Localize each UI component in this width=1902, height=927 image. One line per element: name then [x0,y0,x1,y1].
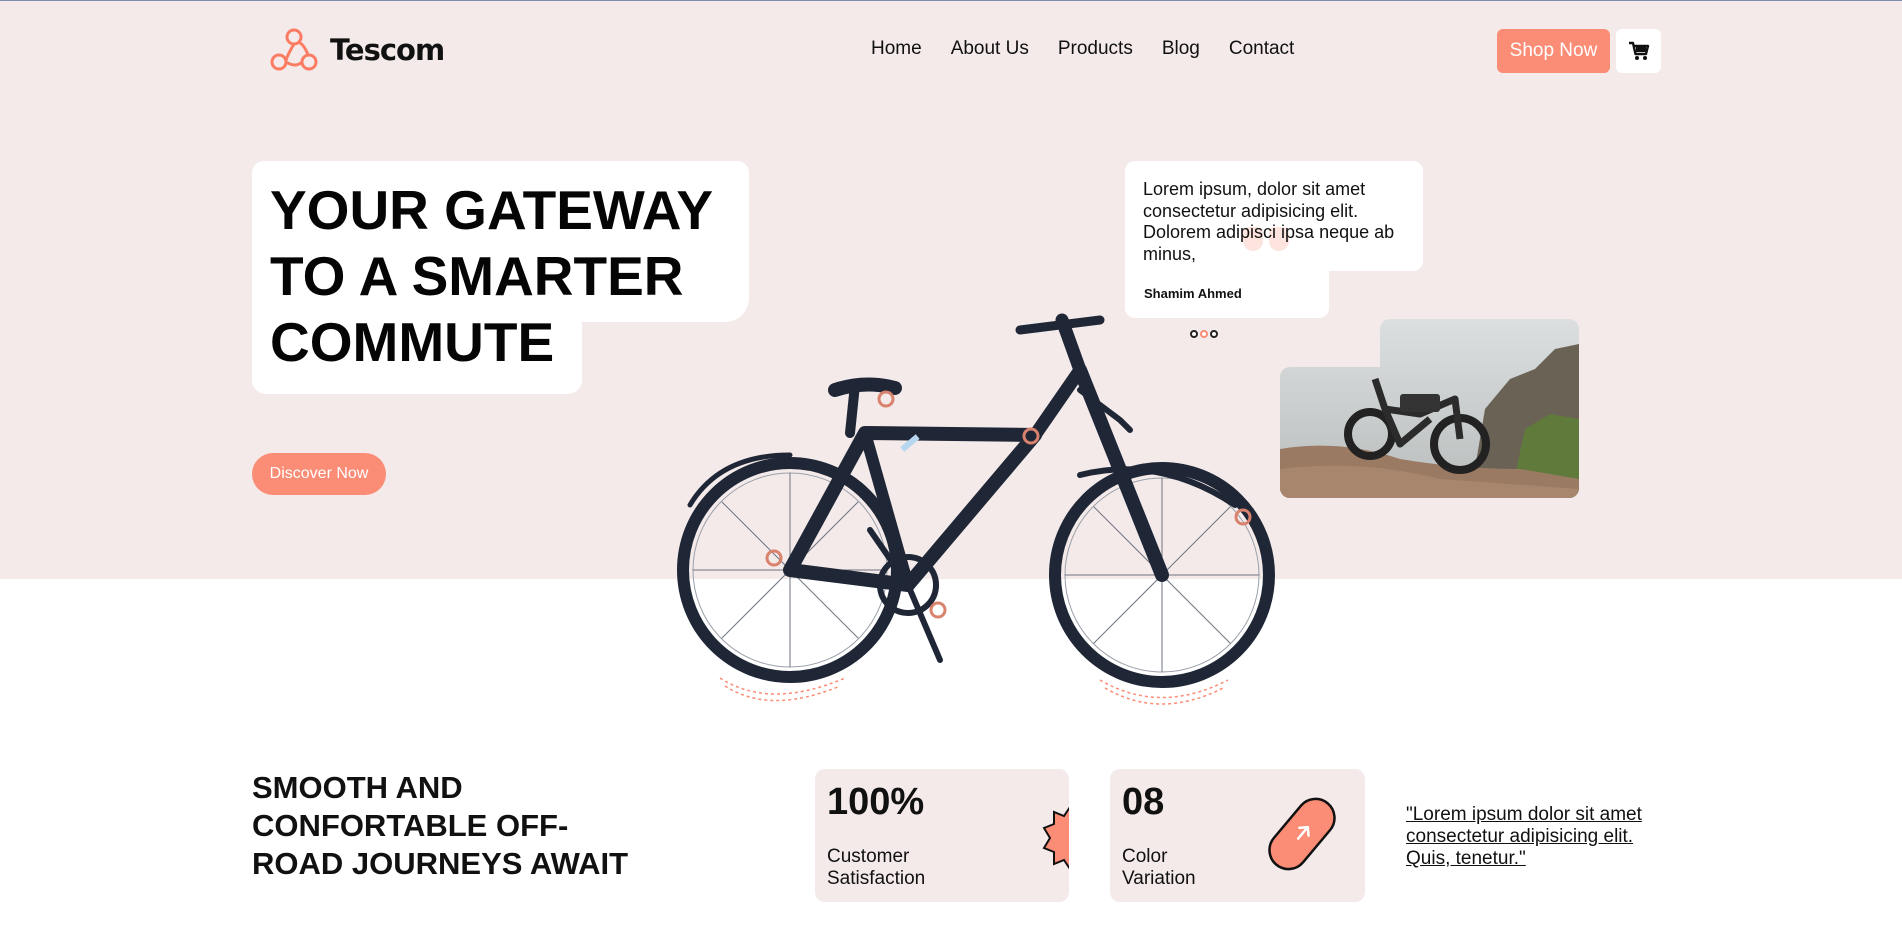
hero-headline: YOUR GATEWAY TO A SMARTER COMMUTE [270,177,713,375]
stat-label: Customer Satisfaction [827,846,925,890]
tagline-line-3: ROAD JOURNEYS AWAIT [252,846,629,881]
gear-badge-icon [1042,806,1069,870]
stat-card-colors: 08 Color Variation [1110,769,1365,902]
stat-value: 100% [827,781,925,823]
brand-logo[interactable]: Tescom [266,24,445,76]
headline-line-2: TO A SMARTER [270,245,684,307]
stat-label-line-2: Variation [1122,868,1196,889]
nav-about-us[interactable]: About Us [951,38,1029,60]
stat-value: 08 [1122,781,1165,823]
main-nav: Home About Us Products Blog Contact [871,38,1294,60]
tagline-line-2: CONFORTABLE OFF- [252,808,569,843]
nav-products[interactable]: Products [1058,38,1133,60]
tri-circle-logo-icon [270,28,318,71]
cart-button[interactable] [1616,29,1661,73]
discover-now-button[interactable]: Discover Now [252,453,386,495]
offroad-bike-photo [1280,319,1579,498]
hero-bike-image [677,313,1275,705]
cart-icon [1628,41,1649,60]
headline-line-3: COMMUTE [270,311,555,373]
nav-home[interactable]: Home [871,38,922,60]
nav-blog[interactable]: Blog [1162,38,1200,60]
quote-link[interactable]: "Lorem ipsum dolor sit amet consectetur … [1406,804,1656,870]
brand-name: Tescom [330,33,445,67]
testimonial-text: Lorem ipsum, dolor sit amet consectetur … [1143,179,1395,264]
tagline-line-1: SMOOTH AND [252,770,463,805]
stat-label: Color Variation [1122,846,1196,890]
section-tagline: SMOOTH AND CONFORTABLE OFF- ROAD JOURNEY… [252,769,628,883]
headline-line-1: YOUR GATEWAY [270,179,714,241]
stat-label-line-1: Customer [827,846,910,867]
stat-card-satisfaction: 100% Customer Satisfaction [815,769,1069,902]
stat-label-line-1: Color [1122,846,1168,867]
shop-now-button[interactable]: Shop Now [1497,29,1610,73]
nav-contact[interactable]: Contact [1229,38,1294,60]
stat-label-line-2: Satisfaction [827,868,926,889]
arrow-pill-icon[interactable] [1260,789,1345,879]
